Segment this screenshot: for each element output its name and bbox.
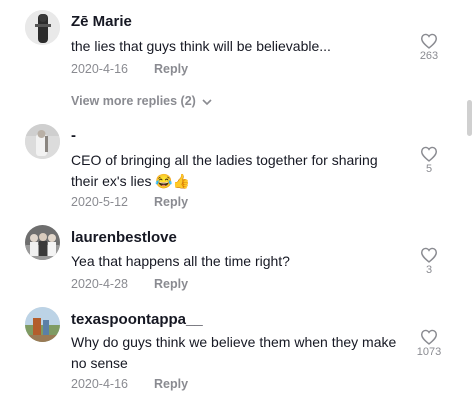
like-count: 5 <box>425 163 433 175</box>
scrollbar-thumb[interactable] <box>467 100 472 136</box>
heart-outline-icon <box>420 146 438 162</box>
avatar[interactable] <box>25 10 60 45</box>
reply-button[interactable]: Reply <box>154 62 188 76</box>
like-count: 3 <box>425 264 433 276</box>
reply-button[interactable]: Reply <box>154 195 188 209</box>
like-button[interactable]: 5 <box>410 146 448 175</box>
view-more-replies-label: View more replies (2) <box>71 94 196 108</box>
like-count: 263 <box>419 50 439 62</box>
reply-button[interactable]: Reply <box>154 277 188 291</box>
comment-meta: 2020-5-12 Reply <box>71 195 188 209</box>
heart-outline-icon <box>420 33 438 49</box>
heart-outline-icon <box>420 247 438 263</box>
heart-outline-icon <box>420 329 438 345</box>
comment-text: Why do guys think we believe them when t… <box>71 334 397 371</box>
comment-text: the lies that guys think will be believa… <box>71 38 331 54</box>
comment-meta: 2020-4-28 Reply <box>71 277 188 291</box>
comment-date: 2020-4-16 <box>71 62 128 76</box>
comment-text: CEO of bringing all the ladies together … <box>71 152 378 189</box>
avatar-image <box>25 10 60 45</box>
comment-username[interactable]: Zē Marie <box>71 13 132 30</box>
comment-username[interactable]: - <box>71 127 76 144</box>
comment-date: 2020-4-28 <box>71 277 128 291</box>
like-button[interactable]: 263 <box>410 33 448 62</box>
like-button[interactable]: 3 <box>410 247 448 276</box>
chevron-down-icon <box>202 95 212 109</box>
avatar[interactable] <box>25 225 60 260</box>
reply-button[interactable]: Reply <box>154 377 188 391</box>
comment-date: 2020-4-16 <box>71 377 128 391</box>
comment-meta: 2020-4-16 Reply <box>71 62 188 76</box>
comment-text: Yea that happens all the time right? <box>71 253 290 269</box>
like-button[interactable]: 1073 <box>410 329 448 358</box>
avatar-image <box>25 124 60 159</box>
comment-date: 2020-5-12 <box>71 195 128 209</box>
comment-username[interactable]: laurenbestlove <box>71 229 177 246</box>
comment-username[interactable]: texaspoontappa__ <box>71 311 203 328</box>
avatar[interactable] <box>25 124 60 159</box>
view-more-replies-button[interactable]: View more replies (2) <box>71 94 212 109</box>
like-count: 1073 <box>416 346 442 358</box>
avatar[interactable] <box>25 307 60 342</box>
avatar-image <box>25 307 60 342</box>
comment-meta: 2020-4-16 Reply <box>71 377 188 391</box>
avatar-image <box>25 225 60 260</box>
